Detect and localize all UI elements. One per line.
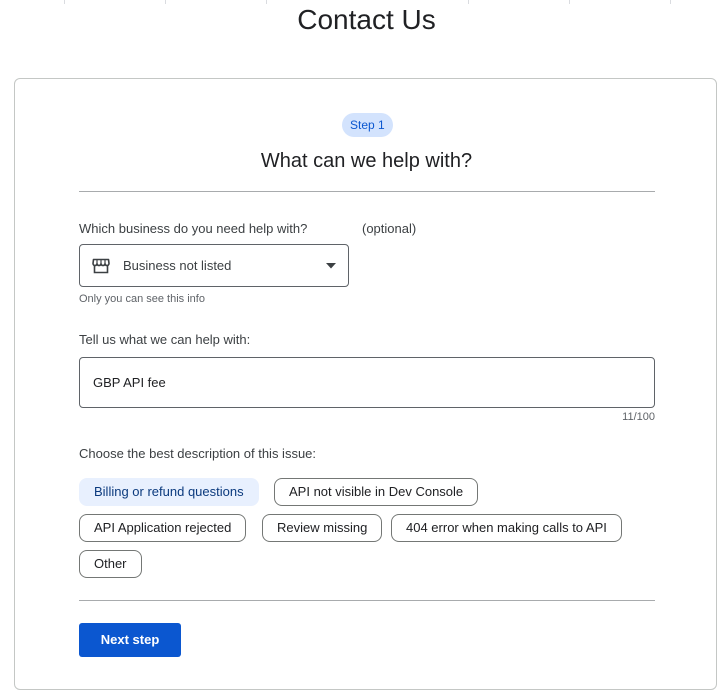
business-optional-label: (optional): [362, 221, 417, 236]
contact-form-card: Step 1 What can we help with? Which busi…: [14, 78, 717, 690]
step-title: What can we help with?: [260, 150, 473, 172]
chip-api-not-visible[interactable]: API not visible in Dev Console: [274, 478, 479, 506]
divider-top: [79, 191, 655, 192]
divider-bottom: [79, 600, 655, 601]
contact-page: Contact Us Step 1 What can we help with?…: [0, 0, 721, 695]
business-select-value: Business not listed: [123, 258, 232, 273]
chip-billing-refund[interactable]: Billing or refund questions: [79, 478, 259, 506]
chip-review-missing[interactable]: Review missing: [262, 514, 383, 542]
store-icon: [91, 256, 111, 276]
description-label: Choose the best description of this issu…: [79, 446, 317, 461]
page-title: Contact Us: [297, 4, 436, 35]
chip-other[interactable]: Other: [79, 550, 142, 578]
business-select[interactable]: Business not listed: [79, 244, 349, 287]
chip-api-application-rejected[interactable]: API Application rejected: [79, 514, 247, 542]
chip-404-error[interactable]: 404 error when making calls to API: [391, 514, 622, 542]
next-step-button[interactable]: Next step: [79, 623, 181, 657]
business-label: Which business do you need help with?: [79, 221, 308, 236]
step-badge: Step 1: [342, 113, 393, 137]
caret-down-icon: [326, 261, 336, 271]
issue-input[interactable]: GBP API fee: [79, 357, 655, 408]
issue-label: Tell us what we can help with:: [79, 332, 251, 347]
business-helper-text: Only you can see this info: [79, 293, 205, 305]
character-counter: 11/100: [622, 411, 655, 423]
